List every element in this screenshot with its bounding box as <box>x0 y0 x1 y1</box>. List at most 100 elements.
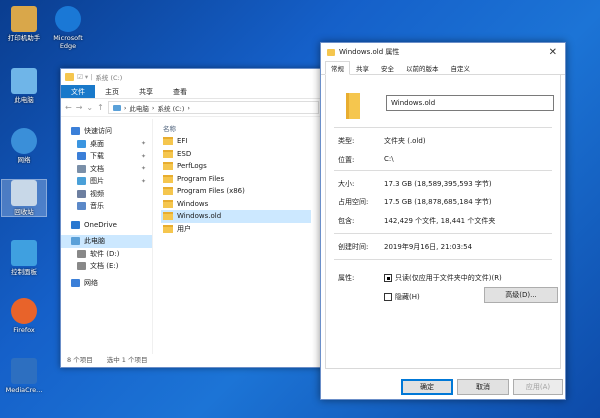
nav-item[interactable]: 快速访问 <box>61 125 152 138</box>
firefox-icon <box>11 298 37 324</box>
nav-item[interactable]: 文档 ✦ <box>61 163 152 176</box>
ribbon-tab-file[interactable]: 文件 <box>61 85 95 98</box>
file-row[interactable]: Program Files (x86) <box>161 185 323 198</box>
file-row[interactable]: Windows.old <box>161 210 311 223</box>
printer-helper-icon <box>11 6 37 32</box>
pin-icon: ✦ <box>140 140 146 148</box>
nav-item[interactable]: 桌面 ✦ <box>61 138 152 151</box>
file-row[interactable]: PerfLogs <box>161 160 323 173</box>
desktop-icon[interactable]: 回收站 <box>1 179 47 217</box>
recent-chevron-icon[interactable]: ⌄ <box>86 103 93 112</box>
ribbon-tab-view[interactable]: 查看 <box>163 85 197 98</box>
size-row: 大小: 17.3 GB (18,589,395,593 字节) <box>338 180 492 188</box>
address-bar-row: ← → ⌄ ↑ › 此电脑 › 系统 (C:) › <box>61 99 323 117</box>
apply-button[interactable]: 应用(A) <box>513 379 563 395</box>
nav-item-icon <box>77 249 86 258</box>
tab-customize[interactable]: 自定义 <box>445 61 477 74</box>
nav-item-icon <box>77 152 86 161</box>
location-row: 位置: C:\ <box>338 155 394 164</box>
pin-icon: ✦ <box>140 152 146 160</box>
address-bar[interactable]: › 此电脑 › 系统 (C:) › <box>107 101 319 114</box>
nav-item[interactable]: 此电脑 <box>61 235 152 248</box>
readonly-checkbox[interactable]: 只读(仅应用于文件夹中的文件)(R) <box>384 273 502 283</box>
file-explorer-window[interactable]: ☑ ▾ | 系统 (C:) 文件 主页 共享 查看 ← → ⌄ ↑ › 此电脑 … <box>60 68 324 368</box>
tab-security[interactable]: 安全 <box>375 61 400 74</box>
computer-icon <box>112 104 121 111</box>
checkbox-indeterminate-icon[interactable] <box>384 274 392 282</box>
desktop-icon-label: 控制面板 <box>11 268 37 276</box>
forward-arrow-icon[interactable]: → <box>76 103 83 112</box>
divider <box>334 127 552 128</box>
control-panel-icon <box>11 240 37 266</box>
cancel-button[interactable]: 取消 <box>457 379 509 395</box>
tab-sharing[interactable]: 共享 <box>350 61 375 74</box>
file-row[interactable]: EFI <box>161 135 323 148</box>
breadcrumb-this-pc[interactable]: 此电脑 <box>129 103 149 113</box>
nav-item[interactable]: 网络 <box>61 277 152 290</box>
dialog-tabs: 常规 共享 安全 以前的版本 自定义 <box>321 61 565 75</box>
nav-item[interactable]: 文档 (E:) <box>61 260 152 273</box>
back-arrow-icon[interactable]: ← <box>65 103 72 112</box>
desktop-icon[interactable]: 控制面板 <box>2 240 46 276</box>
general-tab-panel: Windows.old 类型: 文件夹 (.old) 位置: C:\ 大小: 17.3… <box>325 75 561 369</box>
folder-icon <box>327 48 335 56</box>
dialog-title: Windows.old 属性 <box>339 48 400 56</box>
divider <box>334 233 552 234</box>
contains-row: 包含: 142,429 个文件, 18,441 个文件夹 <box>338 217 496 225</box>
edge-icon <box>55 6 81 32</box>
nav-item[interactable]: OneDrive <box>61 219 152 232</box>
nav-item-icon <box>77 164 86 173</box>
breadcrumb-drive-c[interactable]: 系统 (C:) <box>158 103 185 113</box>
nav-item-icon <box>77 177 86 186</box>
folder-icon <box>163 187 173 196</box>
desktop-icon[interactable]: Microsoft Edge <box>46 6 90 50</box>
close-icon[interactable]: ✕ <box>549 47 557 58</box>
pin-icon: ✦ <box>140 177 146 185</box>
file-row[interactable]: Program Files <box>161 173 323 186</box>
status-selected-count: 选中 1 个项目 <box>106 356 148 364</box>
desktop-icon[interactable]: 打印机助手 <box>2 6 46 42</box>
ribbon-tabs: 文件 主页 共享 查看 <box>61 85 323 99</box>
column-header-name[interactable]: 名称 <box>161 123 323 135</box>
nav-item[interactable]: 下载 ✦ <box>61 150 152 163</box>
folder-icon <box>163 199 173 208</box>
tab-general[interactable]: 常规 <box>325 61 350 75</box>
recycle-bin-icon <box>11 180 37 206</box>
quick-access-toolbar-icon[interactable]: ☑ ▾ | <box>77 73 92 81</box>
ribbon-tab-home[interactable]: 主页 <box>95 85 129 98</box>
nav-item-icon <box>77 202 86 211</box>
desktop-icon-label: 回收站 <box>14 208 34 216</box>
folder-icon <box>163 224 173 233</box>
properties-dialog[interactable]: Windows.old 属性 ✕ 常规 共享 安全 以前的版本 自定义 Wind… <box>320 42 566 400</box>
desktop-icon[interactable]: Firefox <box>2 298 46 334</box>
created-row: 创建时间: 2019年9月16日, 21:03:54 <box>338 243 473 251</box>
nav-item[interactable]: 视频 <box>61 188 152 201</box>
nav-item-icon <box>71 127 80 136</box>
this-pc-icon <box>11 68 37 94</box>
tab-previous-versions[interactable]: 以前的版本 <box>400 61 445 74</box>
desktop-icon[interactable]: 此电脑 <box>2 68 46 104</box>
checkbox-icon[interactable] <box>384 293 392 301</box>
desktop-icon[interactable]: 网络 <box>2 128 46 164</box>
folder-name-input[interactable]: Windows.old <box>386 95 554 111</box>
file-row[interactable]: ESD <box>161 148 323 161</box>
advanced-button[interactable]: 高级(D)... <box>484 287 558 303</box>
divider <box>334 170 552 171</box>
desktop-icon-label: MediaCre... <box>5 386 43 394</box>
up-arrow-icon[interactable]: ↑ <box>97 103 104 112</box>
file-row[interactable]: Windows <box>161 198 323 211</box>
desktop-icon-label: 打印机助手 <box>7 34 41 42</box>
nav-item-icon <box>77 139 86 148</box>
hidden-checkbox[interactable]: 隐藏(H) <box>384 292 420 302</box>
nav-item-icon <box>71 278 80 287</box>
nav-item-icon <box>77 262 86 271</box>
ok-button[interactable]: 确定 <box>401 379 453 395</box>
type-row: 类型: 文件夹 (.old) <box>338 137 426 145</box>
nav-item[interactable]: 图片 ✦ <box>61 175 152 188</box>
ribbon-tab-share[interactable]: 共享 <box>129 85 163 98</box>
desktop-icon[interactable]: MediaCre... <box>2 358 46 394</box>
nav-item[interactable]: 软件 (D:) <box>61 248 152 261</box>
file-row[interactable]: 用户 <box>161 223 323 236</box>
nav-item[interactable]: 音乐 <box>61 200 152 213</box>
network-icon <box>11 128 37 154</box>
